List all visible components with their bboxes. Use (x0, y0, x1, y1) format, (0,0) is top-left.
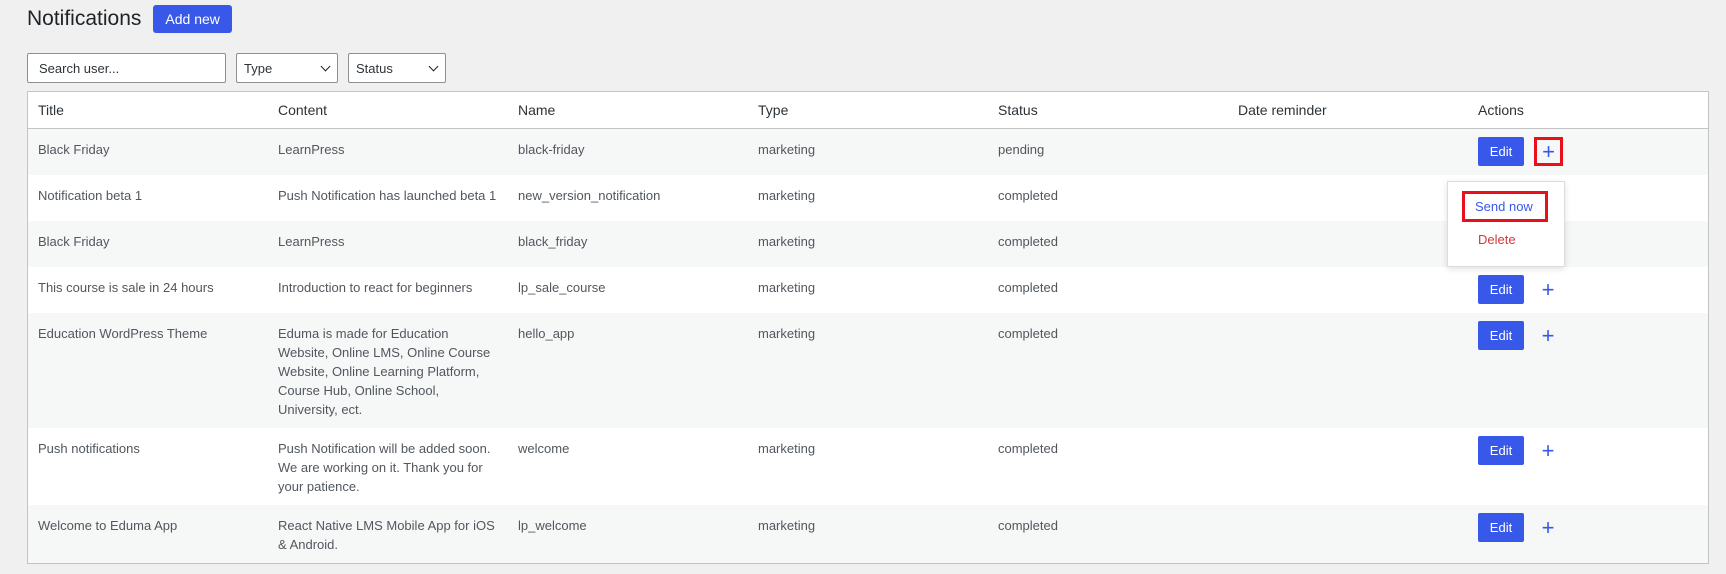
cell-title: Black Friday (28, 128, 268, 175)
column-header-title: Title (28, 92, 268, 129)
cell-content: LearnPress (268, 221, 508, 267)
plus-icon[interactable]: + (1534, 322, 1562, 350)
cell-date-reminder (1228, 313, 1468, 428)
cell-date-reminder (1228, 428, 1468, 505)
actions-dropdown-menu: Send now Delete (1447, 181, 1565, 267)
column-header-actions: Actions (1468, 92, 1708, 129)
edit-button[interactable]: Edit (1478, 436, 1524, 465)
cell-actions: Edit + (1468, 267, 1708, 313)
cell-status: pending (988, 128, 1228, 175)
plus-icon[interactable]: + (1534, 514, 1562, 542)
cell-status: completed (988, 221, 1228, 267)
cell-content: Eduma is made for Education Website, Onl… (268, 313, 508, 428)
delete-menu-item[interactable]: Delete (1478, 232, 1516, 247)
cell-type: marketing (758, 280, 816, 295)
cell-content: Push Notification has launched beta 1 (278, 188, 497, 203)
page-header: Notifications Add new (27, 3, 232, 35)
cell-title: Education WordPress Theme (28, 313, 268, 428)
column-header-name: Name (508, 92, 748, 129)
cell-name: new_version_notification (518, 188, 661, 203)
plus-icon[interactable]: + (1534, 437, 1562, 465)
cell-actions: Edit + (1468, 505, 1708, 563)
cell-content: LearnPress (268, 128, 508, 175)
type-select[interactable]: Type (236, 53, 338, 83)
cell-date-reminder (1228, 221, 1468, 267)
cell-name: welcome (518, 441, 570, 456)
status-select[interactable]: Status (348, 53, 446, 83)
edit-button[interactable]: Edit (1478, 321, 1524, 350)
cell-actions: Edit + (1468, 428, 1708, 505)
table-row: Welcome to Eduma App React Native LMS Mo… (28, 505, 1708, 563)
cell-date-reminder (1228, 128, 1468, 175)
send-now-menu-item[interactable]: Send now (1462, 191, 1548, 222)
cell-date-reminder (1228, 267, 1468, 313)
type-select-label: Type (244, 60, 273, 76)
cell-date-reminder (1228, 505, 1468, 563)
cell-actions: Edit + (1468, 313, 1708, 428)
cell-type: marketing (748, 313, 988, 428)
table-row: Education WordPress Theme Eduma is made … (28, 313, 1708, 428)
search-user-input[interactable] (27, 53, 226, 83)
cell-status: completed (998, 188, 1058, 203)
table-row: Black Friday LearnPress black-friday mar… (28, 128, 1708, 175)
cell-status: completed (988, 505, 1228, 563)
column-header-content: Content (268, 92, 508, 129)
cell-type: marketing (748, 505, 988, 563)
cell-title: This course is sale in 24 hours (38, 280, 214, 295)
cell-name: hello_app (508, 313, 748, 428)
table-row: This course is sale in 24 hours Introduc… (28, 267, 1708, 313)
cell-title: Push notifications (38, 441, 140, 456)
table-header-row: Title Content Name Type Status Date remi… (28, 92, 1708, 129)
column-header-date-reminder: Date reminder (1228, 92, 1468, 129)
notifications-table: Title Content Name Type Status Date remi… (27, 91, 1709, 564)
cell-content: Introduction to react for beginners (278, 280, 473, 295)
cell-title: Black Friday (28, 221, 268, 267)
cell-date-reminder (1228, 175, 1468, 221)
cell-type: marketing (748, 128, 988, 175)
cell-type: marketing (758, 441, 816, 456)
edit-button[interactable]: Edit (1478, 513, 1524, 542)
cell-name: lp_sale_course (518, 280, 606, 295)
cell-type: marketing (758, 188, 816, 203)
cell-title: Welcome to Eduma App (28, 505, 268, 563)
cell-status: completed (998, 441, 1058, 456)
edit-button[interactable]: Edit (1478, 137, 1524, 166)
page-title: Notifications (27, 7, 142, 30)
status-select-label: Status (356, 60, 393, 76)
cell-name: black_friday (508, 221, 748, 267)
cell-name: black-friday (508, 128, 748, 175)
edit-button[interactable]: Edit (1478, 275, 1524, 304)
cell-content: Push Notification will be added soon. We… (278, 441, 491, 494)
filters-bar: Type Status (27, 53, 446, 83)
cell-status: completed (998, 280, 1058, 295)
cell-status: completed (988, 313, 1228, 428)
chevron-down-icon (320, 61, 331, 71)
column-header-status: Status (988, 92, 1228, 129)
chevron-down-icon (428, 61, 439, 71)
cell-name: lp_welcome (508, 505, 748, 563)
column-header-type: Type (748, 92, 988, 129)
cell-actions: Edit + (1468, 128, 1708, 175)
add-new-button[interactable]: Add new (153, 5, 232, 33)
cell-content: React Native LMS Mobile App for iOS & An… (268, 505, 508, 563)
cell-title: Notification beta 1 (38, 188, 143, 203)
plus-icon[interactable]: + (1534, 276, 1562, 304)
cell-type: marketing (748, 221, 988, 267)
table-row: Push notifications Push Notification wil… (28, 428, 1708, 505)
plus-icon[interactable]: + (1534, 137, 1563, 166)
